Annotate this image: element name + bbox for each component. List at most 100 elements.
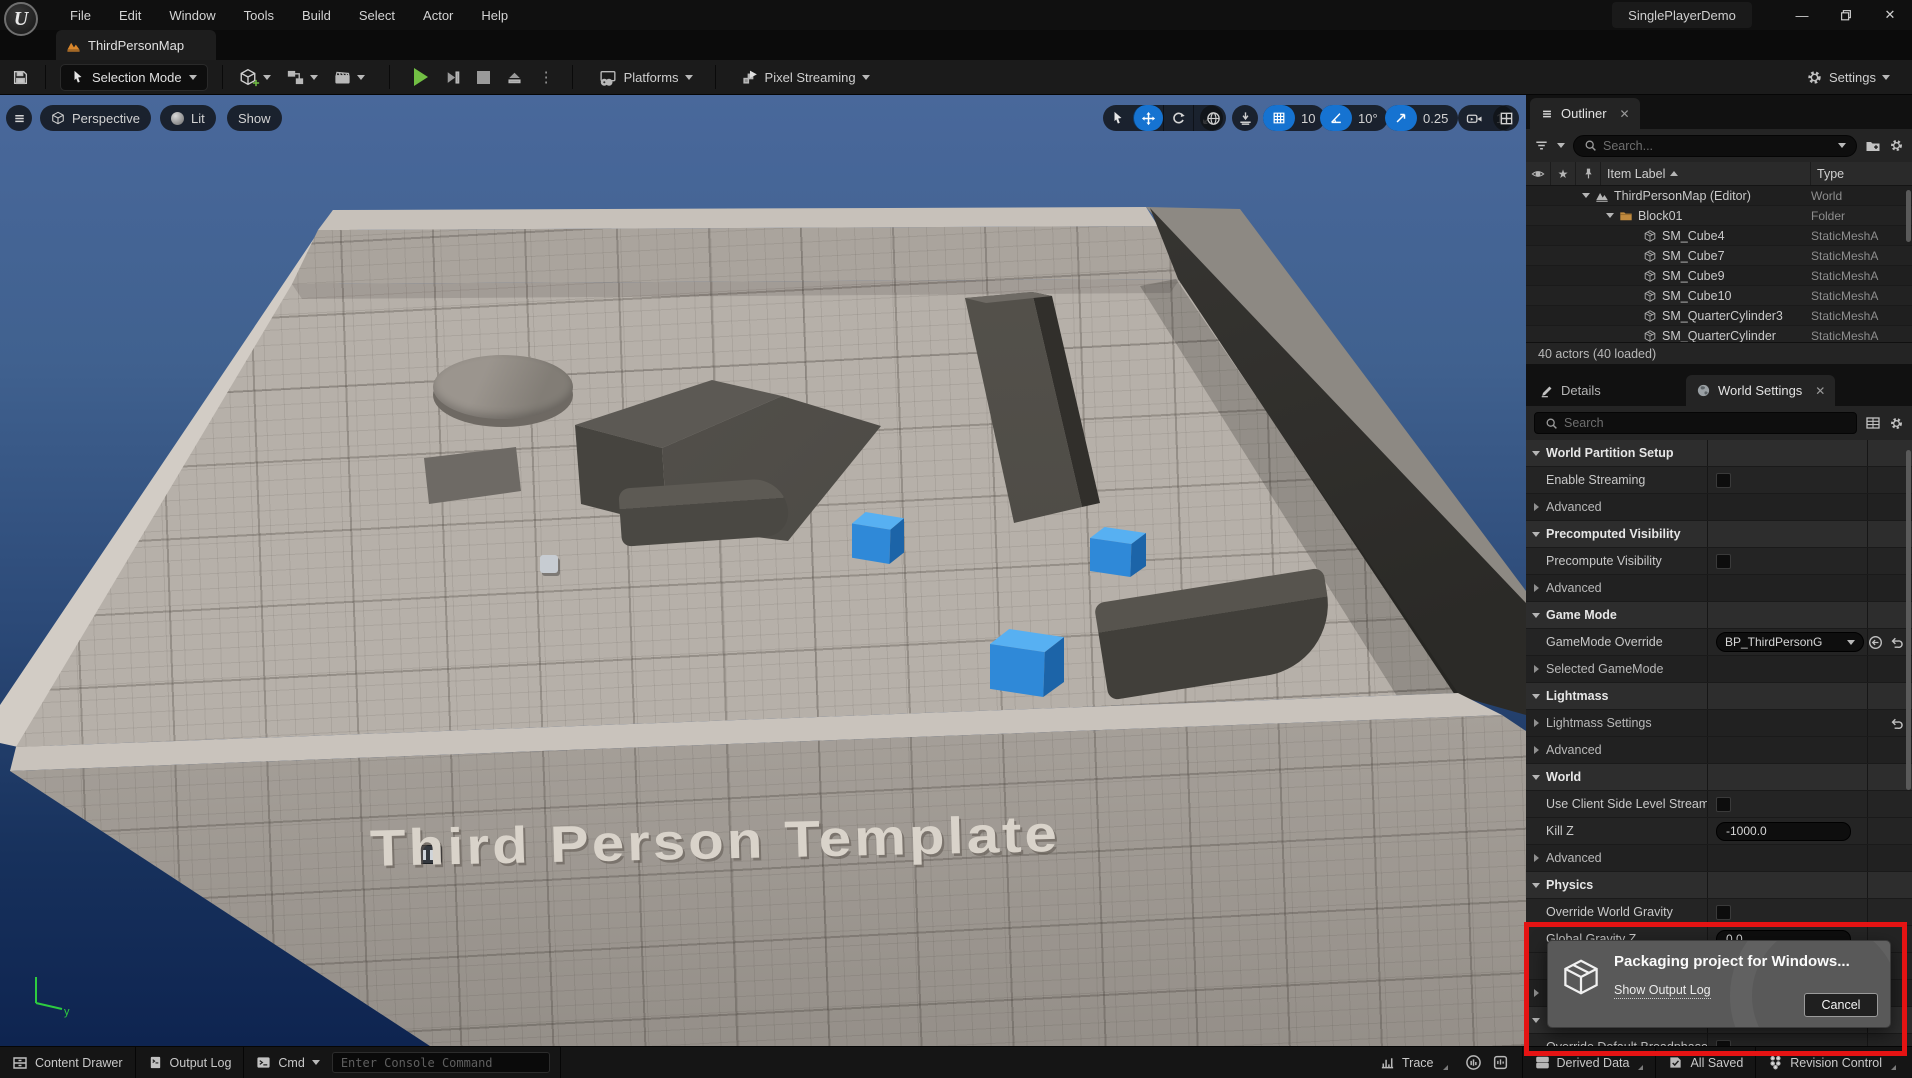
item-label-column-header[interactable]: Item Label bbox=[1601, 162, 1811, 185]
expander-icon[interactable] bbox=[1582, 193, 1590, 198]
dropdown[interactable]: BP_ThirdPersonG bbox=[1716, 632, 1864, 652]
visibility-column-header[interactable] bbox=[1526, 162, 1551, 185]
scale-snap-control[interactable]: 0.25 bbox=[1385, 105, 1459, 131]
play-button[interactable] bbox=[406, 63, 436, 91]
category-row[interactable]: Advanced bbox=[1526, 575, 1912, 602]
expander-icon[interactable] bbox=[1533, 503, 1539, 511]
category-row[interactable]: Lightmass Settings bbox=[1526, 710, 1912, 737]
reset-icon[interactable] bbox=[1889, 716, 1904, 731]
quad-view-button[interactable] bbox=[1493, 105, 1519, 131]
expander-icon[interactable] bbox=[1533, 854, 1539, 862]
restore-button[interactable] bbox=[1824, 0, 1868, 30]
expander-icon[interactable] bbox=[1532, 1017, 1540, 1023]
create-folder-icon[interactable] bbox=[1865, 138, 1881, 154]
expander-icon[interactable] bbox=[1533, 584, 1539, 592]
expander-icon[interactable] bbox=[1532, 774, 1540, 780]
gear-icon[interactable] bbox=[1889, 416, 1904, 431]
level-viewport[interactable]: Third Person Template y Perspective Lit … bbox=[0, 95, 1526, 1046]
reset-icon[interactable] bbox=[1889, 635, 1904, 650]
details-search-input[interactable] bbox=[1564, 416, 1846, 430]
platforms-dropdown[interactable]: Platforms bbox=[591, 63, 701, 91]
category-row[interactable]: Advanced bbox=[1526, 737, 1912, 764]
cmd-dropdown[interactable]: Cmd bbox=[244, 1047, 331, 1078]
expander-icon[interactable] bbox=[1533, 719, 1539, 727]
expander-icon[interactable] bbox=[1533, 665, 1539, 673]
category-row[interactable]: Advanced bbox=[1526, 845, 1912, 872]
output-log-button[interactable]: Output Log bbox=[136, 1047, 244, 1078]
expander-icon[interactable] bbox=[1532, 450, 1540, 456]
details-scrollbar[interactable] bbox=[1906, 450, 1911, 790]
show-output-log-link[interactable]: Show Output Log bbox=[1614, 983, 1711, 999]
type-column-header[interactable]: Type bbox=[1811, 162, 1912, 185]
console-command-input[interactable] bbox=[331, 1052, 550, 1073]
close-button[interactable]: ✕ bbox=[1868, 0, 1912, 30]
outliner-scrollbar[interactable] bbox=[1906, 190, 1911, 242]
menu-build[interactable]: Build bbox=[288, 0, 345, 30]
menu-actor[interactable]: Actor bbox=[409, 0, 467, 30]
tab-thirdpersonmap[interactable]: ThirdPersonMap bbox=[56, 30, 216, 60]
rotation-snap-control[interactable]: 10° bbox=[1320, 105, 1388, 131]
content-drawer-button[interactable]: Content Drawer bbox=[0, 1047, 135, 1078]
close-icon[interactable]: ✕ bbox=[1620, 107, 1630, 121]
checkbox[interactable] bbox=[1716, 796, 1731, 812]
value-input[interactable]: -1000.0 bbox=[1716, 821, 1851, 841]
expander-icon[interactable] bbox=[1533, 989, 1539, 997]
expander-icon[interactable] bbox=[1532, 612, 1540, 618]
outliner-search-input[interactable] bbox=[1603, 138, 1832, 153]
perspective-dropdown[interactable]: Perspective bbox=[40, 105, 151, 131]
revision-control-button[interactable]: Revision Control bbox=[1756, 1047, 1908, 1078]
outliner-search-box[interactable] bbox=[1573, 134, 1857, 157]
minimize-button[interactable]: — bbox=[1780, 0, 1824, 30]
trace-button[interactable]: Trace bbox=[1368, 1047, 1460, 1078]
expander-icon[interactable] bbox=[1532, 882, 1540, 888]
insights-button[interactable] bbox=[1460, 1047, 1487, 1078]
select-tool[interactable] bbox=[1103, 105, 1133, 131]
tab-world-settings[interactable]: World Settings ✕ bbox=[1686, 375, 1836, 406]
section-header-row[interactable]: World Partition Setup bbox=[1526, 440, 1912, 467]
outliner-row[interactable]: ThirdPersonMap (Editor) World bbox=[1526, 186, 1912, 206]
category-row[interactable]: Selected GameMode bbox=[1526, 656, 1912, 683]
menu-window[interactable]: Window bbox=[155, 0, 229, 30]
section-header-row[interactable]: Lightmass bbox=[1526, 683, 1912, 710]
checkbox[interactable] bbox=[1716, 553, 1731, 569]
expander-icon[interactable] bbox=[1532, 693, 1540, 699]
display-options-icon[interactable] bbox=[1865, 415, 1881, 431]
surface-snapping-button[interactable] bbox=[1232, 105, 1258, 131]
checkbox[interactable] bbox=[1716, 904, 1731, 920]
expander-icon[interactable] bbox=[1532, 531, 1540, 537]
checkbox[interactable] bbox=[1716, 472, 1731, 488]
menu-tools[interactable]: Tools bbox=[230, 0, 288, 30]
outliner-row[interactable]: SM_Cube7 StaticMeshA bbox=[1526, 246, 1912, 266]
rotate-tool[interactable] bbox=[1163, 105, 1193, 131]
move-tool[interactable] bbox=[1133, 105, 1163, 131]
settings-dropdown[interactable]: Settings bbox=[1798, 63, 1898, 91]
tab-outliner[interactable]: Outliner ✕ bbox=[1530, 98, 1640, 129]
lit-dropdown[interactable]: Lit bbox=[160, 105, 216, 131]
play-options-kebab[interactable]: ⋮ bbox=[531, 63, 562, 91]
save-button[interactable] bbox=[4, 63, 37, 91]
stop-button[interactable] bbox=[469, 63, 498, 91]
favorite-column-header[interactable]: ★ bbox=[1551, 162, 1576, 185]
selection-mode-dropdown[interactable]: Selection Mode bbox=[60, 63, 208, 91]
section-header-row[interactable]: Game Mode bbox=[1526, 602, 1912, 629]
menu-edit[interactable]: Edit bbox=[105, 0, 155, 30]
viewport-options-button[interactable] bbox=[6, 105, 32, 131]
chevron-down-icon[interactable] bbox=[1557, 143, 1565, 148]
blueprints-dropdown[interactable] bbox=[279, 63, 326, 91]
menu-file[interactable]: File bbox=[56, 0, 105, 30]
browse-icon[interactable] bbox=[1868, 635, 1883, 650]
outliner-row[interactable]: Block01 Folder bbox=[1526, 206, 1912, 226]
expander-icon[interactable] bbox=[1606, 213, 1614, 218]
all-saved-button[interactable]: All Saved bbox=[1656, 1047, 1755, 1078]
outliner-row[interactable]: SM_QuarterCylinder StaticMeshA bbox=[1526, 326, 1912, 342]
menu-help[interactable]: Help bbox=[467, 0, 522, 30]
show-dropdown[interactable]: Show bbox=[227, 105, 282, 131]
outliner-row[interactable]: SM_Cube9 StaticMeshA bbox=[1526, 266, 1912, 286]
profiler-button[interactable] bbox=[1487, 1047, 1514, 1078]
section-header-row[interactable]: World bbox=[1526, 764, 1912, 791]
chevron-down-icon[interactable] bbox=[1838, 143, 1846, 148]
skip-button[interactable] bbox=[436, 63, 469, 91]
section-header-row[interactable]: Physics bbox=[1526, 872, 1912, 899]
expander-icon[interactable] bbox=[1533, 746, 1539, 754]
category-row[interactable]: Advanced bbox=[1526, 494, 1912, 521]
